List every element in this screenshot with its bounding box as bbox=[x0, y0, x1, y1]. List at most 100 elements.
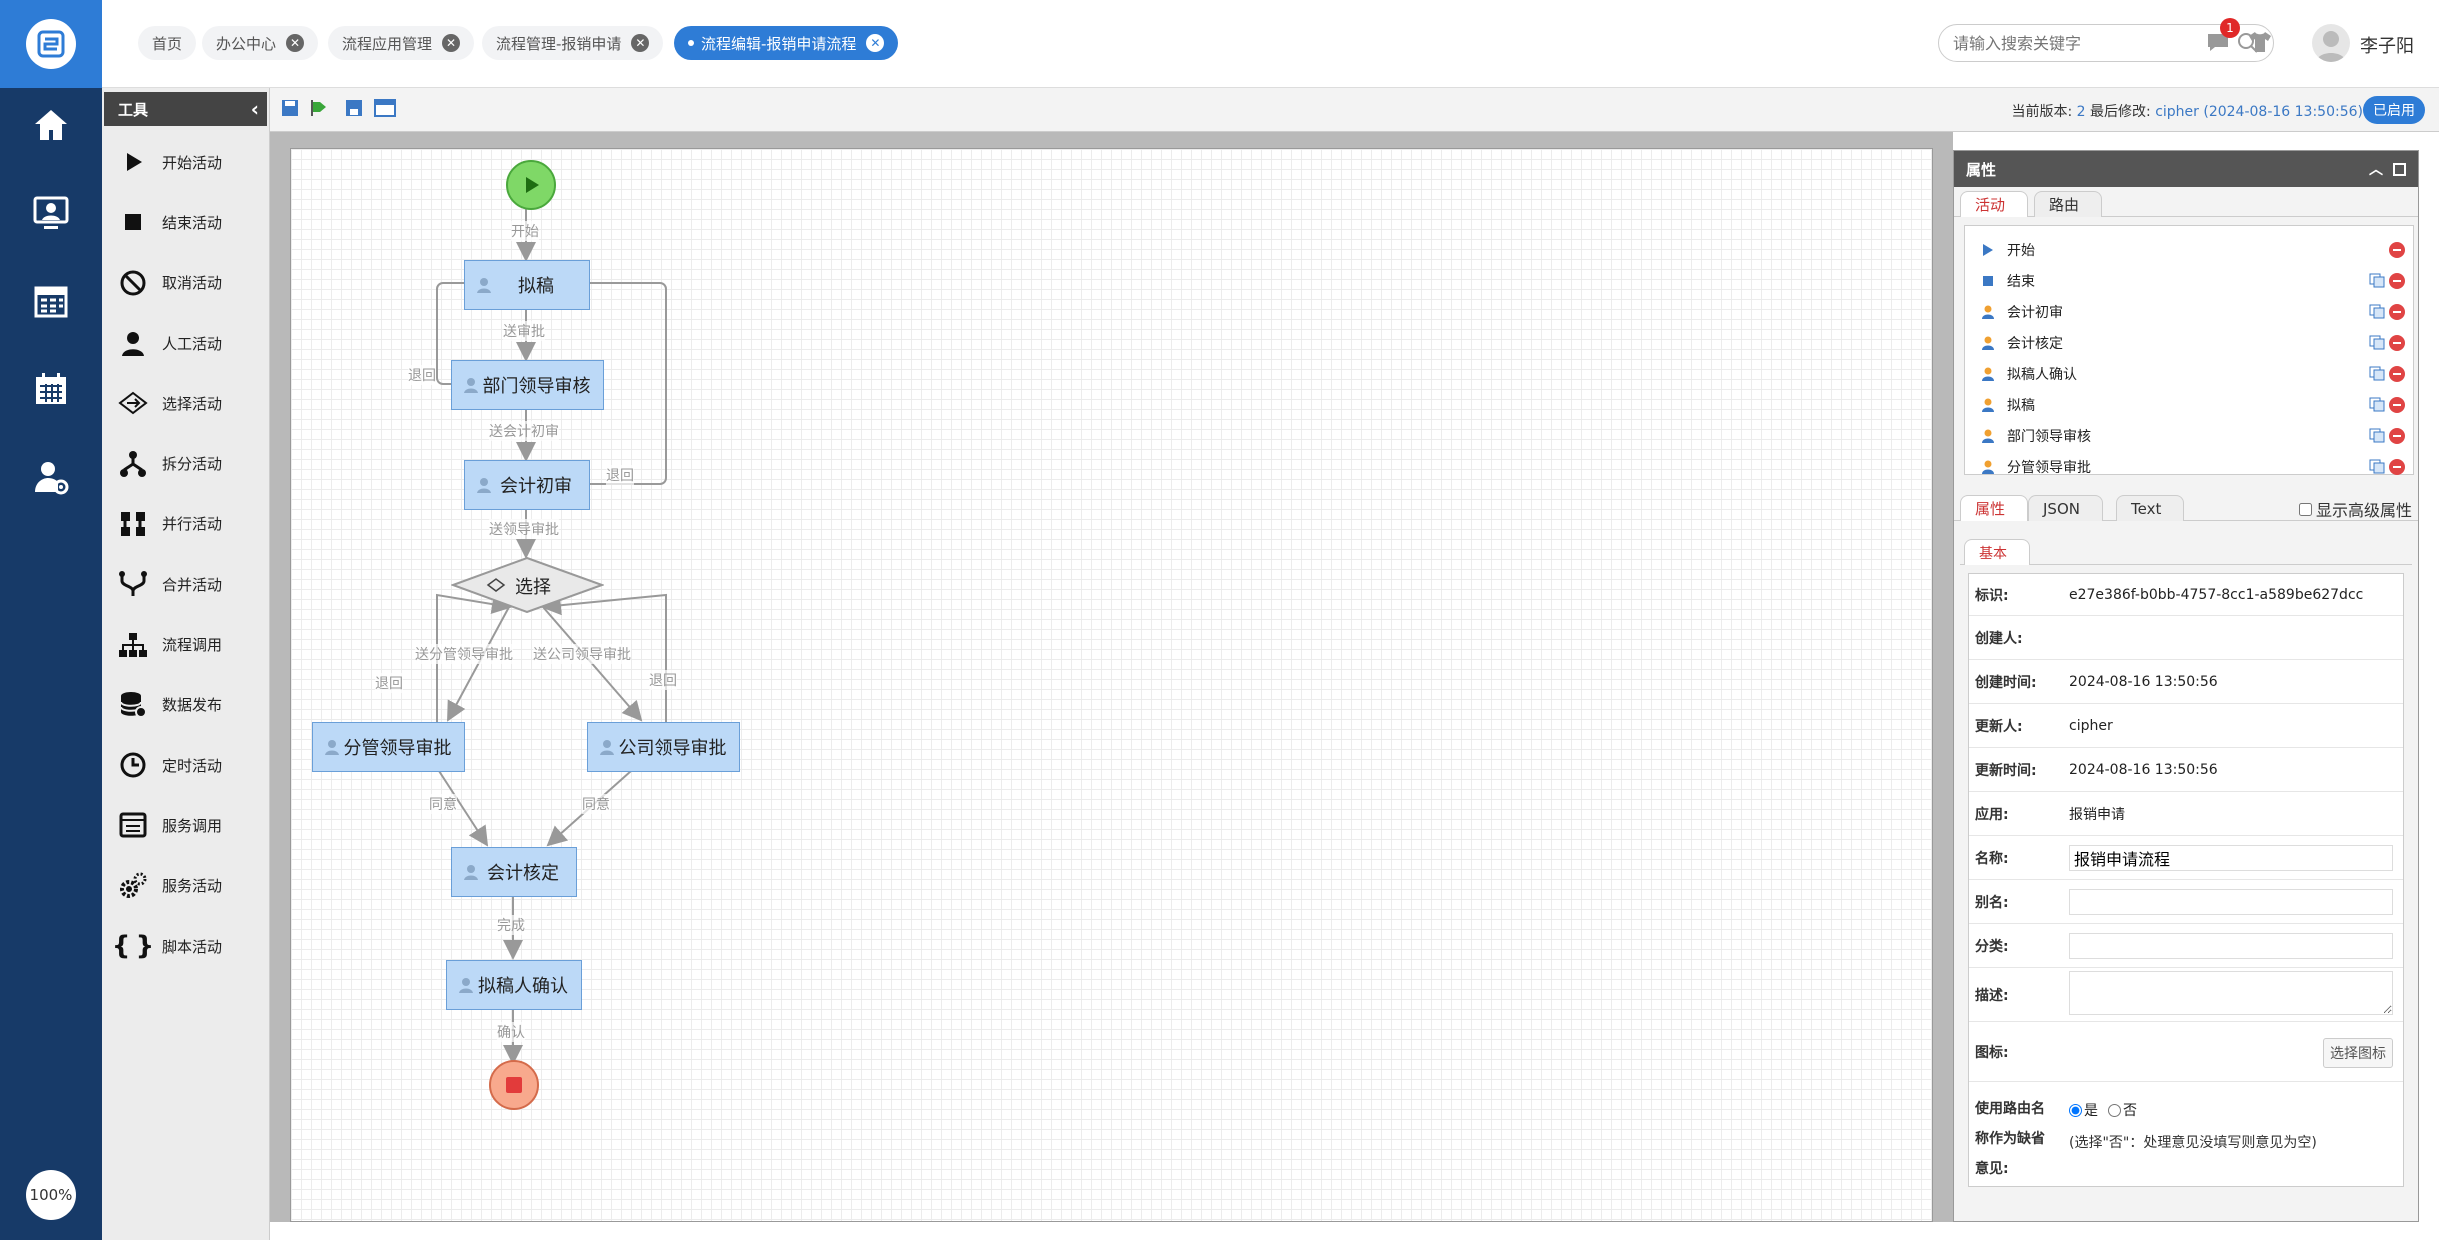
search-input[interactable] bbox=[1953, 33, 2237, 53]
node-branch-lead[interactable]: 分管领导审批 bbox=[312, 722, 465, 772]
avatar[interactable] bbox=[2312, 24, 2350, 62]
tool-choice-activity[interactable]: 选择活动 bbox=[102, 373, 269, 433]
home-icon[interactable] bbox=[26, 100, 76, 150]
tab-home[interactable]: 首页 bbox=[138, 26, 197, 60]
copy-icon[interactable] bbox=[2369, 304, 2385, 319]
list-item[interactable]: 部门领导审核 bbox=[1965, 420, 2413, 451]
tool-parallel-activity[interactable]: 并行活动 bbox=[102, 494, 269, 554]
radio-no[interactable] bbox=[2108, 1103, 2121, 1117]
node-confirm[interactable]: 拟稿人确认 bbox=[446, 960, 582, 1010]
user-settings-icon[interactable] bbox=[26, 452, 76, 502]
tool-split-activity[interactable]: 拆分活动 bbox=[102, 433, 269, 493]
select-icon-button[interactable]: 选择图标 bbox=[2323, 1038, 2393, 1068]
collapse-icon[interactable]: ‹ bbox=[251, 97, 259, 121]
edge-label[interactable]: 送审批 bbox=[503, 321, 545, 341]
list-item[interactable]: 结束 bbox=[1965, 265, 2413, 296]
node-choice[interactable]: 选择 bbox=[451, 557, 604, 613]
edge-label[interactable]: 送会计初审 bbox=[489, 421, 559, 441]
advanced-checkbox[interactable] bbox=[2298, 502, 2312, 516]
edge-label[interactable]: 完成 bbox=[497, 915, 525, 935]
node-dept-review[interactable]: 部门领导审核 bbox=[451, 360, 604, 410]
edge-label[interactable]: 同意 bbox=[582, 794, 610, 814]
tab-activities[interactable]: 活动 bbox=[1960, 191, 2029, 217]
publish-icon[interactable] bbox=[308, 98, 328, 118]
node-company-lead[interactable]: 公司领导审批 bbox=[587, 722, 740, 772]
remove-icon[interactable] bbox=[2389, 428, 2405, 444]
category-input[interactable] bbox=[2069, 932, 2393, 959]
collapse-up-icon[interactable]: ︿ bbox=[2369, 159, 2383, 179]
close-icon[interactable]: ✕ bbox=[442, 34, 461, 52]
remove-icon[interactable] bbox=[2389, 273, 2405, 289]
zoom-level[interactable]: 100% bbox=[26, 1170, 76, 1220]
tool-timer-activity[interactable]: 定时活动 bbox=[102, 735, 269, 795]
list-item[interactable]: 会计初审 bbox=[1965, 296, 2413, 327]
edge-label[interactable]: 开始 bbox=[511, 221, 539, 241]
edge-label[interactable]: 送公司领导审批 bbox=[533, 644, 631, 664]
close-icon[interactable]: ✕ bbox=[286, 34, 305, 52]
app-logo[interactable] bbox=[0, 0, 102, 88]
edge-label[interactable]: 退回 bbox=[606, 465, 634, 485]
remove-icon[interactable] bbox=[2389, 366, 2405, 382]
edge-label[interactable]: 退回 bbox=[375, 673, 403, 693]
user-name[interactable]: 李子阳 bbox=[2360, 32, 2414, 58]
tool-service-activity[interactable]: 服务活动 bbox=[102, 856, 269, 916]
close-icon[interactable]: ✕ bbox=[866, 34, 885, 52]
tool-script-activity[interactable]: { } 脚本活动 bbox=[102, 916, 269, 976]
edge-label[interactable]: 确认 bbox=[497, 1022, 525, 1042]
remove-icon[interactable] bbox=[2389, 459, 2405, 475]
tab-routes[interactable]: 路由 bbox=[2034, 191, 2103, 217]
node-draft[interactable]: 拟稿 bbox=[464, 260, 590, 310]
list-item[interactable]: 会计核定 bbox=[1965, 327, 2413, 358]
monitor-user-icon[interactable] bbox=[26, 188, 76, 238]
save-as-icon[interactable] bbox=[344, 98, 364, 118]
remove-icon[interactable] bbox=[2389, 242, 2405, 258]
name-input[interactable] bbox=[2069, 844, 2393, 871]
edge-label[interactable]: 退回 bbox=[649, 670, 677, 690]
list-item[interactable]: 分管领导审批 bbox=[1965, 451, 2413, 482]
node-acct-first[interactable]: 会计初审 bbox=[464, 460, 590, 510]
tab-flow-edit[interactable]: 流程编辑-报销申请流程 ✕ bbox=[674, 26, 899, 60]
description-textarea[interactable] bbox=[2069, 970, 2393, 1015]
message-icon[interactable]: 1 bbox=[2206, 18, 2240, 54]
tool-flow-call[interactable]: 流程调用 bbox=[102, 614, 269, 674]
node-acct-final[interactable]: 会计核定 bbox=[451, 847, 577, 897]
copy-icon[interactable] bbox=[2369, 366, 2385, 381]
end-node[interactable] bbox=[489, 1060, 539, 1110]
remove-icon[interactable] bbox=[2389, 335, 2405, 351]
radio-yes[interactable] bbox=[2069, 1103, 2082, 1117]
tool-cancel-activity[interactable]: 取消活动 bbox=[102, 253, 269, 313]
tab-json[interactable]: JSON bbox=[2028, 495, 2103, 521]
advanced-toggle[interactable]: 显示高级属性 bbox=[2298, 497, 2412, 521]
save-icon[interactable] bbox=[280, 98, 300, 118]
tab-text[interactable]: Text bbox=[2116, 495, 2185, 521]
copy-icon[interactable] bbox=[2369, 397, 2385, 412]
copy-icon[interactable] bbox=[2369, 428, 2385, 443]
remove-icon[interactable] bbox=[2389, 304, 2405, 320]
tab-basic[interactable]: 基本 bbox=[1964, 539, 2030, 565]
alias-input[interactable] bbox=[2069, 888, 2393, 915]
edge-label[interactable]: 同意 bbox=[429, 794, 457, 814]
list-item[interactable]: 开始 bbox=[1965, 234, 2413, 265]
copy-icon[interactable] bbox=[2369, 335, 2385, 350]
tool-manual-activity[interactable]: 人工活动 bbox=[102, 313, 269, 373]
copy-icon[interactable] bbox=[2369, 273, 2385, 288]
edge-label[interactable]: 送分管领导审批 bbox=[415, 644, 513, 664]
tool-end-activity[interactable]: 结束活动 bbox=[102, 192, 269, 252]
edge-label[interactable]: 送领导审批 bbox=[489, 519, 559, 539]
calendar-grid-icon[interactable] bbox=[26, 276, 76, 326]
maximize-icon[interactable] bbox=[2393, 162, 2406, 176]
close-icon[interactable]: ✕ bbox=[631, 34, 650, 52]
flow-canvas[interactable]: 拟稿 部门领导审核 会计初审 选择 分管领导审批 公司领导审批 会计核定 拟稿人… bbox=[290, 148, 1933, 1222]
start-node[interactable] bbox=[506, 160, 556, 210]
remove-icon[interactable] bbox=[2389, 397, 2405, 413]
tab-flow-manage[interactable]: 流程管理-报销申请 ✕ bbox=[482, 26, 664, 60]
copy-icon[interactable] bbox=[2369, 459, 2385, 474]
tab-office[interactable]: 办公中心 ✕ bbox=[202, 26, 319, 60]
tool-start-activity[interactable]: 开始活动 bbox=[102, 132, 269, 192]
edge-label[interactable]: 退回 bbox=[408, 365, 436, 385]
shirt-icon[interactable] bbox=[2248, 31, 2272, 57]
list-item[interactable]: 拟稿 bbox=[1965, 389, 2413, 420]
tool-merge-activity[interactable]: 合并活动 bbox=[102, 554, 269, 614]
tool-service-call[interactable]: 服务调用 bbox=[102, 795, 269, 855]
window-icon[interactable] bbox=[374, 98, 396, 118]
